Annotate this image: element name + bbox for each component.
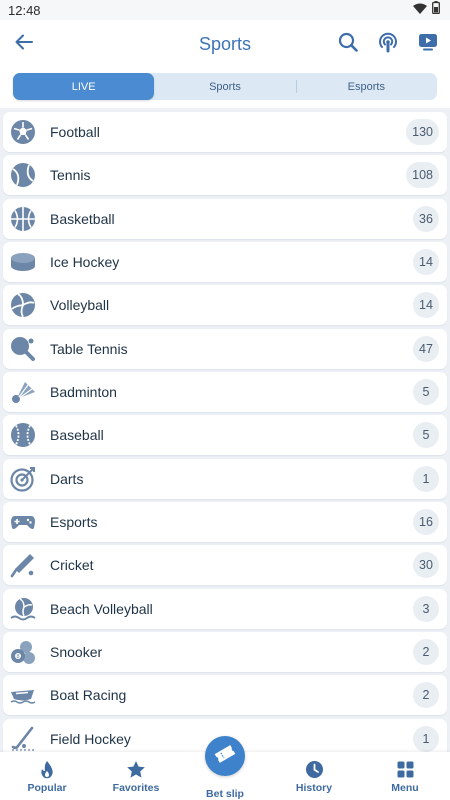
nav-label: Menu bbox=[391, 782, 419, 794]
event-count-badge: 108 bbox=[406, 162, 439, 189]
sport-label: Football bbox=[50, 124, 100, 140]
tab-esports[interactable]: Esports bbox=[295, 73, 437, 100]
sport-row-tennis[interactable]: Tennis 108 bbox=[3, 155, 447, 196]
sport-row-boat-racing[interactable]: Boat Racing 2 bbox=[3, 675, 447, 716]
grid-icon bbox=[394, 759, 416, 779]
cricket-bat-icon bbox=[10, 552, 36, 578]
sport-row-esports[interactable]: Esports 16 bbox=[3, 502, 447, 543]
star-icon bbox=[125, 759, 147, 779]
live-signal-icon bbox=[377, 31, 399, 58]
sport-label: Field Hockey bbox=[50, 730, 131, 747]
status-time: 12:48 bbox=[8, 2, 41, 18]
battery-icon bbox=[432, 1, 440, 19]
basketball-icon bbox=[10, 206, 36, 232]
sport-row-football[interactable]: Football 130 bbox=[3, 112, 447, 152]
event-count-badge: 1 bbox=[413, 725, 439, 752]
sport-row-baseball[interactable]: Baseball 5 bbox=[3, 415, 447, 456]
dartboard-icon bbox=[10, 466, 36, 492]
sport-row-ice-hockey[interactable]: Ice Hockey 14 bbox=[3, 242, 447, 283]
tab-live[interactable]: LIVE bbox=[13, 73, 155, 100]
event-count-badge: 30 bbox=[413, 552, 439, 579]
field-hockey-stick-icon bbox=[10, 726, 36, 752]
segmented-tabs: LIVE Sports Esports bbox=[13, 73, 437, 100]
status-bar: 12:48 bbox=[0, 0, 450, 20]
header-actions bbox=[334, 30, 442, 58]
event-count-badge: 2 bbox=[413, 682, 439, 709]
wifi-icon bbox=[413, 1, 427, 19]
search-button[interactable] bbox=[334, 30, 362, 58]
nav-history[interactable]: History bbox=[274, 752, 354, 800]
sport-row-cricket[interactable]: Cricket 30 bbox=[3, 545, 447, 586]
clock-icon bbox=[303, 759, 325, 779]
event-count-badge: 36 bbox=[413, 205, 439, 232]
event-count-badge: 47 bbox=[413, 335, 439, 362]
boat-icon bbox=[10, 682, 36, 708]
sport-label: Table Tennis bbox=[50, 340, 128, 357]
sport-label: Cricket bbox=[50, 557, 94, 574]
sports-list: Football 130 Tennis 108 Basketball 36 Ic… bbox=[3, 112, 447, 762]
sport-row-basketball[interactable]: Basketball 36 bbox=[3, 198, 447, 239]
sport-label: Snooker bbox=[50, 644, 103, 661]
sport-label: Badminton bbox=[50, 384, 117, 401]
tab-sports[interactable]: Sports bbox=[154, 73, 295, 100]
tab-bar: LIVE Sports Esports bbox=[0, 68, 450, 108]
search-icon bbox=[338, 32, 358, 57]
event-count-badge: 16 bbox=[413, 509, 439, 536]
sport-row-volleyball[interactable]: Volleyball 14 bbox=[3, 285, 447, 326]
baseball-icon bbox=[10, 422, 36, 448]
nav-menu[interactable]: Menu bbox=[365, 752, 445, 800]
event-count-badge: 2 bbox=[413, 639, 439, 666]
sport-row-beach-volleyball[interactable]: Beach Volleyball 3 bbox=[3, 588, 447, 629]
svg-text:8: 8 bbox=[16, 654, 19, 660]
nav-label: Favorites bbox=[112, 782, 160, 794]
event-count-badge: 14 bbox=[413, 292, 439, 319]
video-button[interactable] bbox=[414, 30, 442, 58]
nav-label: Popular bbox=[27, 782, 67, 794]
live-broadcast-button[interactable] bbox=[374, 30, 402, 58]
hockey-puck-icon bbox=[10, 249, 36, 275]
sport-row-snooker[interactable]: 8 Snooker 2 bbox=[3, 632, 447, 673]
sport-label: Ice Hockey bbox=[50, 254, 120, 271]
event-count-badge: 5 bbox=[413, 422, 439, 449]
sport-label: Beach Volleyball bbox=[50, 600, 153, 617]
nav-label: History bbox=[295, 782, 333, 794]
nav-label: Bet slip bbox=[206, 788, 244, 800]
sport-label: Boat Racing bbox=[50, 687, 127, 704]
sport-label: Tennis bbox=[50, 167, 91, 184]
tv-play-icon bbox=[418, 33, 438, 56]
shuttlecock-icon bbox=[10, 379, 36, 405]
event-count-badge: 130 bbox=[406, 119, 439, 145]
nav-favorites[interactable]: Favorites bbox=[96, 752, 176, 800]
sport-row-table-tennis[interactable]: Table Tennis 47 bbox=[3, 328, 447, 369]
flame-icon bbox=[36, 759, 58, 779]
snooker-balls-icon: 8 bbox=[10, 639, 36, 665]
status-icons bbox=[413, 1, 440, 19]
tennis-ball-icon bbox=[10, 162, 36, 188]
app-header: Sports bbox=[0, 20, 450, 68]
nav-popular[interactable]: Popular bbox=[7, 752, 87, 800]
bet-slip-button[interactable] bbox=[205, 736, 245, 776]
beach-volleyball-icon bbox=[10, 596, 36, 622]
sport-row-badminton[interactable]: Badminton 5 bbox=[3, 372, 447, 413]
football-icon bbox=[10, 119, 36, 145]
event-count-badge: 14 bbox=[413, 249, 439, 276]
ticket-icon bbox=[213, 744, 237, 769]
event-count-badge: 3 bbox=[413, 595, 439, 622]
sport-row-darts[interactable]: Darts 1 bbox=[3, 458, 447, 499]
ping-pong-paddle-icon bbox=[10, 336, 36, 362]
event-count-badge: 5 bbox=[413, 379, 439, 406]
event-count-badge: 1 bbox=[413, 465, 439, 492]
sport-label: Volleyball bbox=[50, 297, 110, 314]
sport-label: Basketball bbox=[50, 210, 115, 227]
volleyball-icon bbox=[10, 292, 36, 318]
sport-label: Darts bbox=[50, 470, 84, 487]
sport-label: Baseball bbox=[50, 427, 104, 444]
gamepad-icon bbox=[10, 509, 36, 535]
sport-label: Esports bbox=[50, 514, 98, 531]
